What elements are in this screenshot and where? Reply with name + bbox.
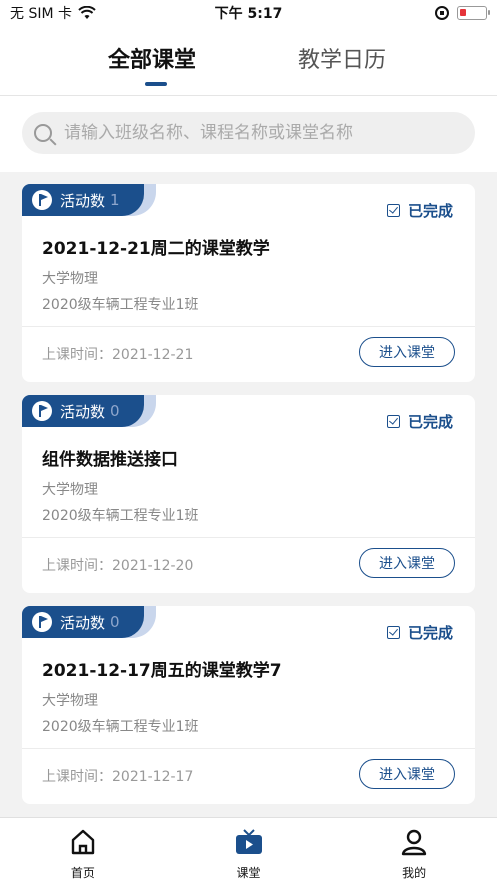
status-badge: 已完成: [386, 200, 453, 221]
divider: [22, 748, 475, 749]
nav-item-classroom[interactable]: 课堂: [166, 818, 332, 883]
divider: [22, 326, 475, 327]
activity-badge: 活动数 1: [22, 184, 144, 216]
activity-badge: 活动数 0: [22, 395, 144, 427]
divider: [22, 537, 475, 538]
status-badge: 已完成: [386, 622, 453, 643]
card-title: 2021-12-21周二的课堂教学: [42, 239, 270, 259]
card-title: 组件数据推送接口: [42, 450, 178, 470]
badge-label: 活动数: [60, 191, 106, 210]
badge-count: 1: [110, 191, 120, 209]
badge-count: 0: [110, 613, 120, 631]
carrier-label: 无 SIM 卡: [10, 6, 72, 22]
badge-label: 活动数: [60, 613, 106, 632]
card-title: 2021-12-17周五的课堂教学7: [42, 661, 282, 681]
course-name: 大学物理: [42, 271, 98, 287]
status-left: 无 SIM 卡: [10, 3, 96, 23]
class-time: 上课时间：2021-12-21: [42, 347, 194, 363]
status-label: 已完成: [407, 202, 453, 220]
checkbox-checked-icon: [386, 415, 400, 428]
status-right: [435, 6, 490, 20]
tab-teaching-calendar[interactable]: 教学日历: [298, 42, 386, 74]
nav-label-mine: 我的: [402, 866, 427, 880]
tab-all-classes[interactable]: 全部课堂: [108, 42, 196, 74]
status-bar: 无 SIM 卡 下午 5:17: [0, 0, 497, 26]
class-card[interactable]: 活动数 1 已完成 2021-12-21周二的课堂教学 大学物理 2020级车辆…: [22, 184, 475, 382]
class-name: 2020级车辆工程专业1班: [42, 297, 199, 313]
class-name: 2020级车辆工程专业1班: [42, 719, 199, 735]
badge-label: 活动数: [60, 402, 106, 421]
enter-class-button[interactable]: 进入课堂: [359, 548, 455, 578]
home-icon: [69, 828, 97, 856]
status-label: 已完成: [407, 413, 453, 431]
tv-icon: [235, 828, 263, 856]
search-input[interactable]: [64, 123, 444, 143]
user-icon: [400, 828, 428, 856]
nav-item-home[interactable]: 首页: [0, 818, 166, 883]
course-name: 大学物理: [42, 482, 98, 498]
tab-indicator: [145, 82, 167, 86]
flag-icon: [32, 401, 52, 421]
nav-label-classroom: 课堂: [236, 866, 261, 880]
class-time: 上课时间：2021-12-20: [42, 558, 194, 574]
enter-class-button[interactable]: 进入课堂: [359, 759, 455, 789]
search-icon: [34, 124, 52, 142]
nav-label-home: 首页: [70, 866, 95, 880]
header: 全部课堂 教学日历: [0, 26, 497, 96]
bottom-nav: 首页 课堂 我的: [0, 817, 497, 883]
status-label: 已完成: [407, 624, 453, 642]
status-badge: 已完成: [386, 411, 453, 432]
enter-class-button[interactable]: 进入课堂: [359, 337, 455, 367]
search-section: [0, 96, 497, 172]
flag-icon: [32, 612, 52, 632]
badge-count: 0: [110, 402, 120, 420]
class-time: 上课时间：2021-12-17: [42, 769, 194, 785]
class-card[interactable]: 活动数 0 已完成 组件数据推送接口 大学物理 2020级车辆工程专业1班 上课…: [22, 395, 475, 593]
orientation-lock-icon: [435, 6, 449, 20]
nav-item-mine[interactable]: 我的: [331, 818, 497, 883]
search-bar[interactable]: [22, 112, 475, 154]
class-card[interactable]: 活动数 0 已完成 2021-12-17周五的课堂教学7 大学物理 2020级车…: [22, 606, 475, 804]
course-name: 大学物理: [42, 693, 98, 709]
checkbox-checked-icon: [386, 626, 400, 639]
flag-icon: [32, 190, 52, 210]
wifi-icon: [78, 6, 96, 19]
class-name: 2020级车辆工程专业1班: [42, 508, 199, 524]
activity-badge: 活动数 0: [22, 606, 144, 638]
battery-icon: [457, 6, 490, 20]
checkbox-checked-icon: [386, 204, 400, 217]
